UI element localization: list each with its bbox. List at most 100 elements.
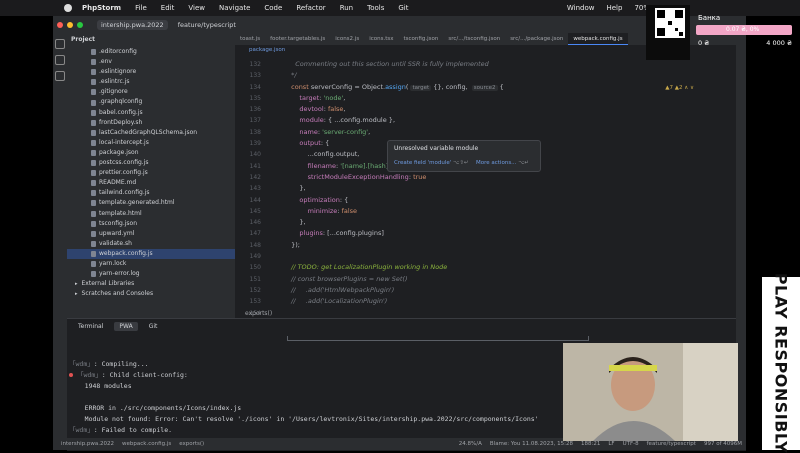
terminal-line-text: : Failed to compile. bbox=[93, 426, 173, 434]
file-tree-item[interactable]: upward.yml bbox=[67, 229, 235, 239]
file-name: prettier.config.js bbox=[99, 169, 148, 177]
menu-app-name[interactable]: PhpStorm bbox=[82, 4, 121, 12]
apple-icon[interactable] bbox=[64, 4, 72, 12]
file-tree-item[interactable]: .graphqlconfig bbox=[67, 97, 235, 107]
chevron-right-icon[interactable]: ▸ bbox=[75, 279, 78, 289]
file-name: webpack.config.js bbox=[99, 249, 153, 257]
inspection-widget[interactable]: ▲7 ▲2 ∧ ∨ bbox=[665, 85, 694, 91]
editor-tab[interactable]: toast.js bbox=[235, 33, 265, 45]
file-tree-item[interactable]: README.md bbox=[67, 178, 235, 188]
terminal-line: 「wdm」: Child client-config: bbox=[69, 370, 539, 381]
menu-window[interactable]: Window bbox=[567, 4, 595, 12]
status-position[interactable]: 188:21 bbox=[581, 441, 600, 447]
file-tree-item[interactable]: yarn-error.log bbox=[67, 269, 235, 279]
banner-text: PLAY RESPONSIBLY bbox=[771, 272, 791, 453]
minimize-window-icon[interactable] bbox=[67, 21, 73, 28]
file-tree: .editorconfig .env .eslintignore .eslintrc.… bbox=[67, 47, 235, 299]
file-tree-item[interactable]: tsconfig.json bbox=[67, 219, 235, 229]
file-name: yarn.lock bbox=[99, 259, 127, 267]
file-icon bbox=[91, 250, 96, 257]
code-content[interactable]: Commenting out this section until SSR is… bbox=[287, 59, 727, 308]
code-editor[interactable]: toast.js footer.targetables.js icons2.js ic… bbox=[235, 33, 746, 318]
create-field-action[interactable]: Create field 'module' ⌥⇧↵ bbox=[394, 160, 469, 166]
status-branch[interactable]: feature/typescript bbox=[647, 441, 696, 447]
project-selector[interactable]: intership.pwa.2022 bbox=[97, 19, 168, 30]
file-icon bbox=[91, 99, 96, 106]
structure-tool-icon[interactable] bbox=[55, 71, 65, 81]
file-tree-item[interactable]: local-intercept.js bbox=[67, 138, 235, 148]
menu-code[interactable]: Code bbox=[264, 4, 282, 12]
editor-tab[interactable]: icons2.js bbox=[330, 33, 364, 45]
editor-tab[interactable]: webpack.config.js bbox=[568, 33, 628, 45]
file-tree-item[interactable]: .env bbox=[67, 57, 235, 67]
file-tree-item[interactable]: frontDeploy.sh bbox=[67, 118, 235, 128]
file-tree-item[interactable]: postcss.config.js bbox=[67, 158, 235, 168]
project-panel-title[interactable]: Project bbox=[67, 33, 235, 47]
status-symbol[interactable]: exports() bbox=[179, 441, 204, 447]
file-icon bbox=[91, 180, 96, 187]
file-tree-item[interactable]: .eslintignore bbox=[67, 67, 235, 77]
status-memory[interactable]: 997 of 4096M bbox=[704, 441, 742, 447]
status-project[interactable]: intership.pwa.2022 bbox=[61, 441, 114, 447]
file-tree-item[interactable]: .gitignore bbox=[67, 87, 235, 97]
status-charset[interactable]: UTF-8 bbox=[623, 441, 639, 447]
file-tree-item[interactable]: .editorconfig bbox=[67, 47, 235, 57]
zoom-window-icon[interactable] bbox=[77, 21, 83, 28]
editor-tab[interactable]: src/.../package.json bbox=[505, 33, 568, 45]
file-name: frontDeploy.sh bbox=[99, 118, 143, 126]
file-tree-item[interactable]: template.html bbox=[67, 209, 235, 219]
jar-progress-bar: 0.07 ₴, 0% bbox=[696, 25, 792, 35]
file-tree-item[interactable]: lastCachedGraphQLSchema.json bbox=[67, 128, 235, 138]
file-tree-item[interactable]: .eslintrc.js bbox=[67, 77, 235, 87]
menu-file[interactable]: File bbox=[135, 4, 147, 12]
editor-tab[interactable]: tsconfig.json bbox=[399, 33, 444, 45]
close-window-icon[interactable] bbox=[57, 21, 63, 28]
tab-terminal[interactable]: Terminal bbox=[73, 322, 108, 331]
file-tree-library[interactable]: ▸ Scratches and Consoles bbox=[67, 289, 235, 299]
tab-pwa[interactable]: PWA bbox=[114, 321, 138, 331]
line-number: 141 bbox=[249, 162, 261, 170]
project-tool-icon[interactable] bbox=[55, 39, 65, 49]
file-tree-item[interactable]: template.generated.html bbox=[67, 198, 235, 208]
file-tree-item[interactable]: babel.config.js bbox=[67, 108, 235, 118]
menu-view[interactable]: View bbox=[188, 4, 205, 12]
terminal-tabs: Terminal PWA Git bbox=[67, 319, 746, 333]
more-actions-link[interactable]: More actions... ⌥↵ bbox=[476, 160, 529, 166]
line-number: 153 bbox=[249, 298, 261, 306]
line-number: 151 bbox=[249, 275, 261, 283]
file-icon bbox=[91, 69, 96, 76]
file-tree-item[interactable]: yarn.lock bbox=[67, 259, 235, 269]
project-panel: Project .editorconfig .env .eslintignore .e… bbox=[67, 33, 235, 318]
editor-tab[interactable]: src/.../tsconfig.json bbox=[443, 33, 505, 45]
file-tree-item[interactable]: tailwind.config.js bbox=[67, 188, 235, 198]
status-line-separator[interactable]: LF bbox=[608, 441, 614, 447]
file-name: .eslintrc.js bbox=[99, 78, 130, 86]
tab-git[interactable]: Git bbox=[144, 322, 163, 331]
terminal-output[interactable]: 「wdm」: Compiling... 「wdm」: Child client-c… bbox=[69, 359, 539, 436]
menu-help[interactable]: Help bbox=[606, 4, 622, 12]
menu-edit[interactable]: Edit bbox=[161, 4, 175, 12]
editor-tab[interactable]: footer.targetables.js bbox=[265, 33, 330, 45]
file-name: package.json bbox=[99, 148, 139, 156]
webcam-overlay bbox=[563, 343, 738, 441]
commit-tool-icon[interactable] bbox=[55, 55, 65, 65]
error-dot-icon bbox=[69, 373, 73, 377]
status-blame[interactable]: Blame: You 11.08.2023, 15:28 bbox=[490, 441, 573, 447]
status-file[interactable]: webpack.config.js bbox=[122, 441, 171, 447]
menu-navigate[interactable]: Navigate bbox=[219, 4, 250, 12]
file-tree-item[interactable]: webpack.config.js bbox=[67, 248, 235, 259]
line-number: 139 bbox=[249, 140, 261, 148]
file-tree-item[interactable]: prettier.config.js bbox=[67, 168, 235, 178]
menu-tools[interactable]: Tools bbox=[367, 4, 384, 12]
menu-git[interactable]: Git bbox=[398, 4, 408, 12]
file-tree-library[interactable]: ▸ External Libraries bbox=[67, 279, 235, 289]
menu-refactor[interactable]: Refactor bbox=[296, 4, 325, 12]
menu-run[interactable]: Run bbox=[340, 4, 353, 12]
file-name: postcss.config.js bbox=[99, 159, 149, 167]
editor-tab[interactable]: icons.tsx bbox=[364, 33, 398, 45]
line-number: 144 bbox=[249, 196, 261, 204]
file-tree-item[interactable]: package.json bbox=[67, 148, 235, 158]
file-tree-item[interactable]: validate.sh bbox=[67, 239, 235, 249]
chevron-right-icon[interactable]: ▸ bbox=[75, 289, 78, 299]
branch-selector[interactable]: feature/typescript bbox=[178, 21, 236, 29]
